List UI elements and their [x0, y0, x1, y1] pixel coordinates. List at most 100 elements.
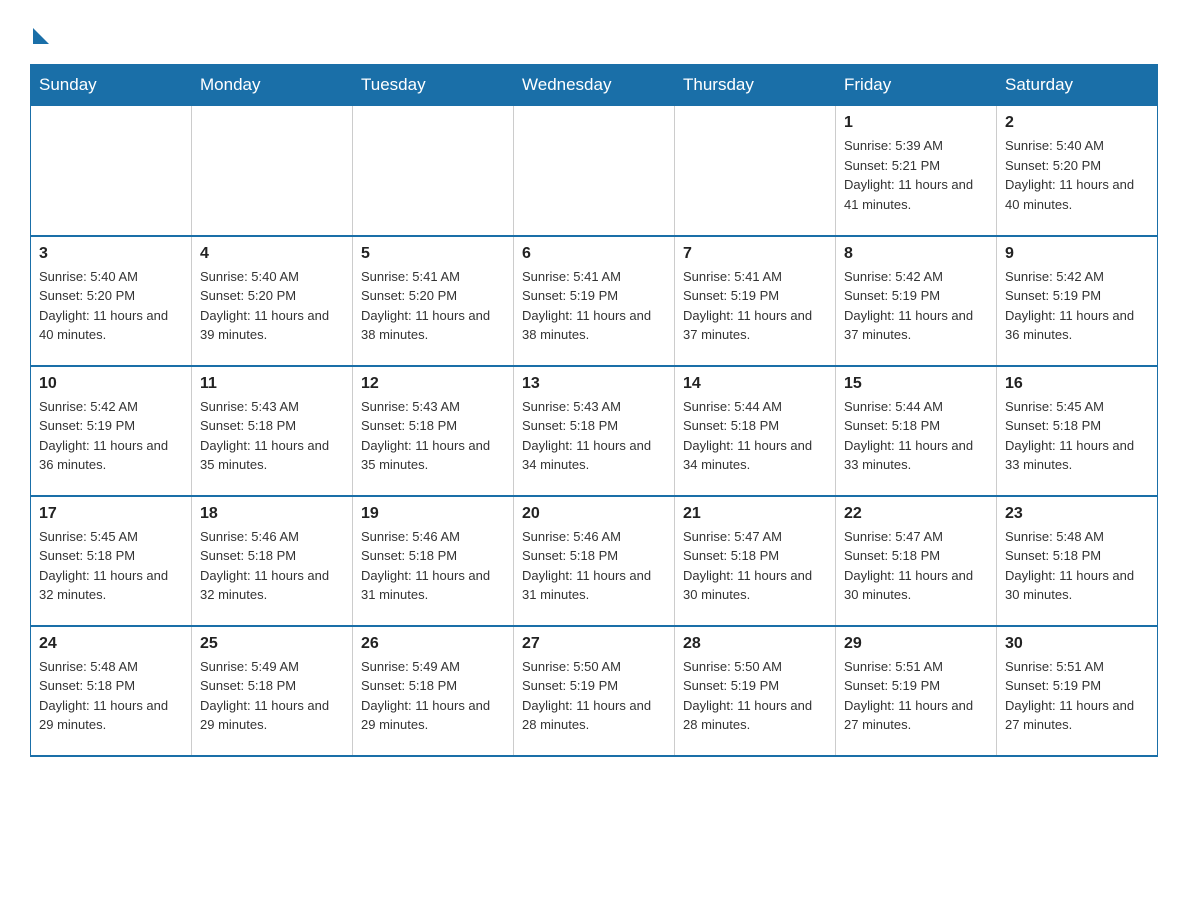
- calendar-cell: 11 Sunrise: 5:43 AM Sunset: 5:18 PM Dayli…: [192, 366, 353, 496]
- calendar-cell: 16Sunrise: 5:45 AM Sunset: 5:18 PM Dayli…: [997, 366, 1158, 496]
- day-info: Sunrise: 5:49 AM Sunset: 5:18 PM Dayligh…: [361, 657, 505, 735]
- day-info: Sunrise: 5:48 AM Sunset: 5:18 PM Dayligh…: [1005, 527, 1149, 605]
- calendar-cell: [675, 106, 836, 236]
- calendar-cell: 1Sunrise: 5:39 AM Sunset: 5:21 PM Daylig…: [836, 106, 997, 236]
- calendar-cell: 12 Sunrise: 5:43 AM Sunset: 5:18 PM Dayli…: [353, 366, 514, 496]
- day-number: 12: [361, 375, 505, 393]
- day-info: Sunrise: 5:45 AM Sunset: 5:18 PM Dayligh…: [39, 527, 183, 605]
- calendar-cell: 5 Sunrise: 5:41 AM Sunset: 5:20 PM Daylig…: [353, 236, 514, 366]
- calendar-cell: 30 Sunrise: 5:51 AM Sunset: 5:19 PM Dayli…: [997, 626, 1158, 756]
- header-sunday: Sunday: [31, 65, 192, 106]
- calendar-cell: 22 Sunrise: 5:47 AM Sunset: 5:18 PM Dayli…: [836, 496, 997, 626]
- calendar-table: SundayMondayTuesdayWednesdayThursdayFrid…: [30, 64, 1158, 757]
- day-info: Sunrise: 5:40 AM Sunset: 5:20 PM Dayligh…: [1005, 136, 1149, 214]
- day-info: Sunrise: 5:48 AM Sunset: 5:18 PM Dayligh…: [39, 657, 183, 735]
- day-number: 22: [844, 505, 988, 523]
- calendar-cell: 27 Sunrise: 5:50 AM Sunset: 5:19 PM Dayli…: [514, 626, 675, 756]
- calendar-cell: 8 Sunrise: 5:42 AM Sunset: 5:19 PM Daylig…: [836, 236, 997, 366]
- day-number: 13: [522, 375, 666, 393]
- day-info: Sunrise: 5:40 AM Sunset: 5:20 PM Dayligh…: [200, 267, 344, 345]
- calendar-cell: 24 Sunrise: 5:48 AM Sunset: 5:18 PM Dayli…: [31, 626, 192, 756]
- day-number: 10: [39, 375, 183, 393]
- calendar-cell: 21Sunrise: 5:47 AM Sunset: 5:18 PM Dayli…: [675, 496, 836, 626]
- day-number: 14: [683, 375, 827, 393]
- day-info: Sunrise: 5:42 AM Sunset: 5:19 PM Dayligh…: [1005, 267, 1149, 345]
- day-number: 4: [200, 245, 344, 263]
- day-info: Sunrise: 5:43 AM Sunset: 5:18 PM Dayligh…: [361, 397, 505, 475]
- day-number: 11: [200, 375, 344, 393]
- day-info: Sunrise: 5:51 AM Sunset: 5:19 PM Dayligh…: [1005, 657, 1149, 735]
- calendar-cell: 18 Sunrise: 5:46 AM Sunset: 5:18 PM Dayli…: [192, 496, 353, 626]
- calendar-cell: 6 Sunrise: 5:41 AM Sunset: 5:19 PM Daylig…: [514, 236, 675, 366]
- calendar-cell: 4 Sunrise: 5:40 AM Sunset: 5:20 PM Daylig…: [192, 236, 353, 366]
- day-info: Sunrise: 5:44 AM Sunset: 5:18 PM Dayligh…: [844, 397, 988, 475]
- calendar-cell: 14 Sunrise: 5:44 AM Sunset: 5:18 PM Dayli…: [675, 366, 836, 496]
- day-info: Sunrise: 5:42 AM Sunset: 5:19 PM Dayligh…: [39, 397, 183, 475]
- day-number: 29: [844, 635, 988, 653]
- day-info: Sunrise: 5:47 AM Sunset: 5:18 PM Dayligh…: [844, 527, 988, 605]
- day-info: Sunrise: 5:43 AM Sunset: 5:18 PM Dayligh…: [522, 397, 666, 475]
- day-number: 27: [522, 635, 666, 653]
- calendar-cell: [192, 106, 353, 236]
- day-number: 2: [1005, 114, 1149, 132]
- day-number: 6: [522, 245, 666, 263]
- day-info: Sunrise: 5:46 AM Sunset: 5:18 PM Dayligh…: [522, 527, 666, 605]
- day-info: Sunrise: 5:50 AM Sunset: 5:19 PM Dayligh…: [683, 657, 827, 735]
- week-row-3: 10 Sunrise: 5:42 AM Sunset: 5:19 PM Dayli…: [31, 366, 1158, 496]
- day-number: 25: [200, 635, 344, 653]
- day-info: Sunrise: 5:40 AM Sunset: 5:20 PM Dayligh…: [39, 267, 183, 345]
- day-info: Sunrise: 5:41 AM Sunset: 5:19 PM Dayligh…: [522, 267, 666, 345]
- calendar-cell: 7Sunrise: 5:41 AM Sunset: 5:19 PM Daylig…: [675, 236, 836, 366]
- day-info: Sunrise: 5:41 AM Sunset: 5:20 PM Dayligh…: [361, 267, 505, 345]
- day-info: Sunrise: 5:50 AM Sunset: 5:19 PM Dayligh…: [522, 657, 666, 735]
- day-number: 18: [200, 505, 344, 523]
- day-number: 20: [522, 505, 666, 523]
- day-info: Sunrise: 5:49 AM Sunset: 5:18 PM Dayligh…: [200, 657, 344, 735]
- week-row-5: 24 Sunrise: 5:48 AM Sunset: 5:18 PM Dayli…: [31, 626, 1158, 756]
- day-number: 24: [39, 635, 183, 653]
- header-thursday: Thursday: [675, 65, 836, 106]
- week-row-1: 1Sunrise: 5:39 AM Sunset: 5:21 PM Daylig…: [31, 106, 1158, 236]
- day-number: 30: [1005, 635, 1149, 653]
- header-monday: Monday: [192, 65, 353, 106]
- header-friday: Friday: [836, 65, 997, 106]
- day-number: 15: [844, 375, 988, 393]
- day-number: 26: [361, 635, 505, 653]
- day-number: 3: [39, 245, 183, 263]
- calendar-cell: 20 Sunrise: 5:46 AM Sunset: 5:18 PM Dayli…: [514, 496, 675, 626]
- calendar-cell: 13 Sunrise: 5:43 AM Sunset: 5:18 PM Dayli…: [514, 366, 675, 496]
- calendar-cell: [353, 106, 514, 236]
- day-number: 17: [39, 505, 183, 523]
- calendar-header-row: SundayMondayTuesdayWednesdayThursdayFrid…: [31, 65, 1158, 106]
- logo: [30, 20, 49, 44]
- header-tuesday: Tuesday: [353, 65, 514, 106]
- calendar-cell: 28 Sunrise: 5:50 AM Sunset: 5:19 PM Dayli…: [675, 626, 836, 756]
- calendar-cell: 29 Sunrise: 5:51 AM Sunset: 5:19 PM Dayli…: [836, 626, 997, 756]
- calendar-cell: 3 Sunrise: 5:40 AM Sunset: 5:20 PM Daylig…: [31, 236, 192, 366]
- calendar-cell: [514, 106, 675, 236]
- week-row-2: 3 Sunrise: 5:40 AM Sunset: 5:20 PM Daylig…: [31, 236, 1158, 366]
- week-row-4: 17 Sunrise: 5:45 AM Sunset: 5:18 PM Dayli…: [31, 496, 1158, 626]
- day-info: Sunrise: 5:42 AM Sunset: 5:19 PM Dayligh…: [844, 267, 988, 345]
- logo-arrow-icon: [33, 28, 49, 44]
- day-info: Sunrise: 5:43 AM Sunset: 5:18 PM Dayligh…: [200, 397, 344, 475]
- day-number: 1: [844, 114, 988, 132]
- day-number: 28: [683, 635, 827, 653]
- calendar-cell: [31, 106, 192, 236]
- day-info: Sunrise: 5:46 AM Sunset: 5:18 PM Dayligh…: [361, 527, 505, 605]
- day-info: Sunrise: 5:46 AM Sunset: 5:18 PM Dayligh…: [200, 527, 344, 605]
- day-info: Sunrise: 5:51 AM Sunset: 5:19 PM Dayligh…: [844, 657, 988, 735]
- day-number: 9: [1005, 245, 1149, 263]
- day-number: 7: [683, 245, 827, 263]
- calendar-cell: 26 Sunrise: 5:49 AM Sunset: 5:18 PM Dayli…: [353, 626, 514, 756]
- calendar-cell: 2 Sunrise: 5:40 AM Sunset: 5:20 PM Daylig…: [997, 106, 1158, 236]
- calendar-cell: 19 Sunrise: 5:46 AM Sunset: 5:18 PM Dayli…: [353, 496, 514, 626]
- day-number: 23: [1005, 505, 1149, 523]
- day-number: 21: [683, 505, 827, 523]
- day-number: 19: [361, 505, 505, 523]
- day-info: Sunrise: 5:44 AM Sunset: 5:18 PM Dayligh…: [683, 397, 827, 475]
- day-number: 8: [844, 245, 988, 263]
- calendar-cell: 17 Sunrise: 5:45 AM Sunset: 5:18 PM Dayli…: [31, 496, 192, 626]
- day-number: 5: [361, 245, 505, 263]
- calendar-cell: 25 Sunrise: 5:49 AM Sunset: 5:18 PM Dayli…: [192, 626, 353, 756]
